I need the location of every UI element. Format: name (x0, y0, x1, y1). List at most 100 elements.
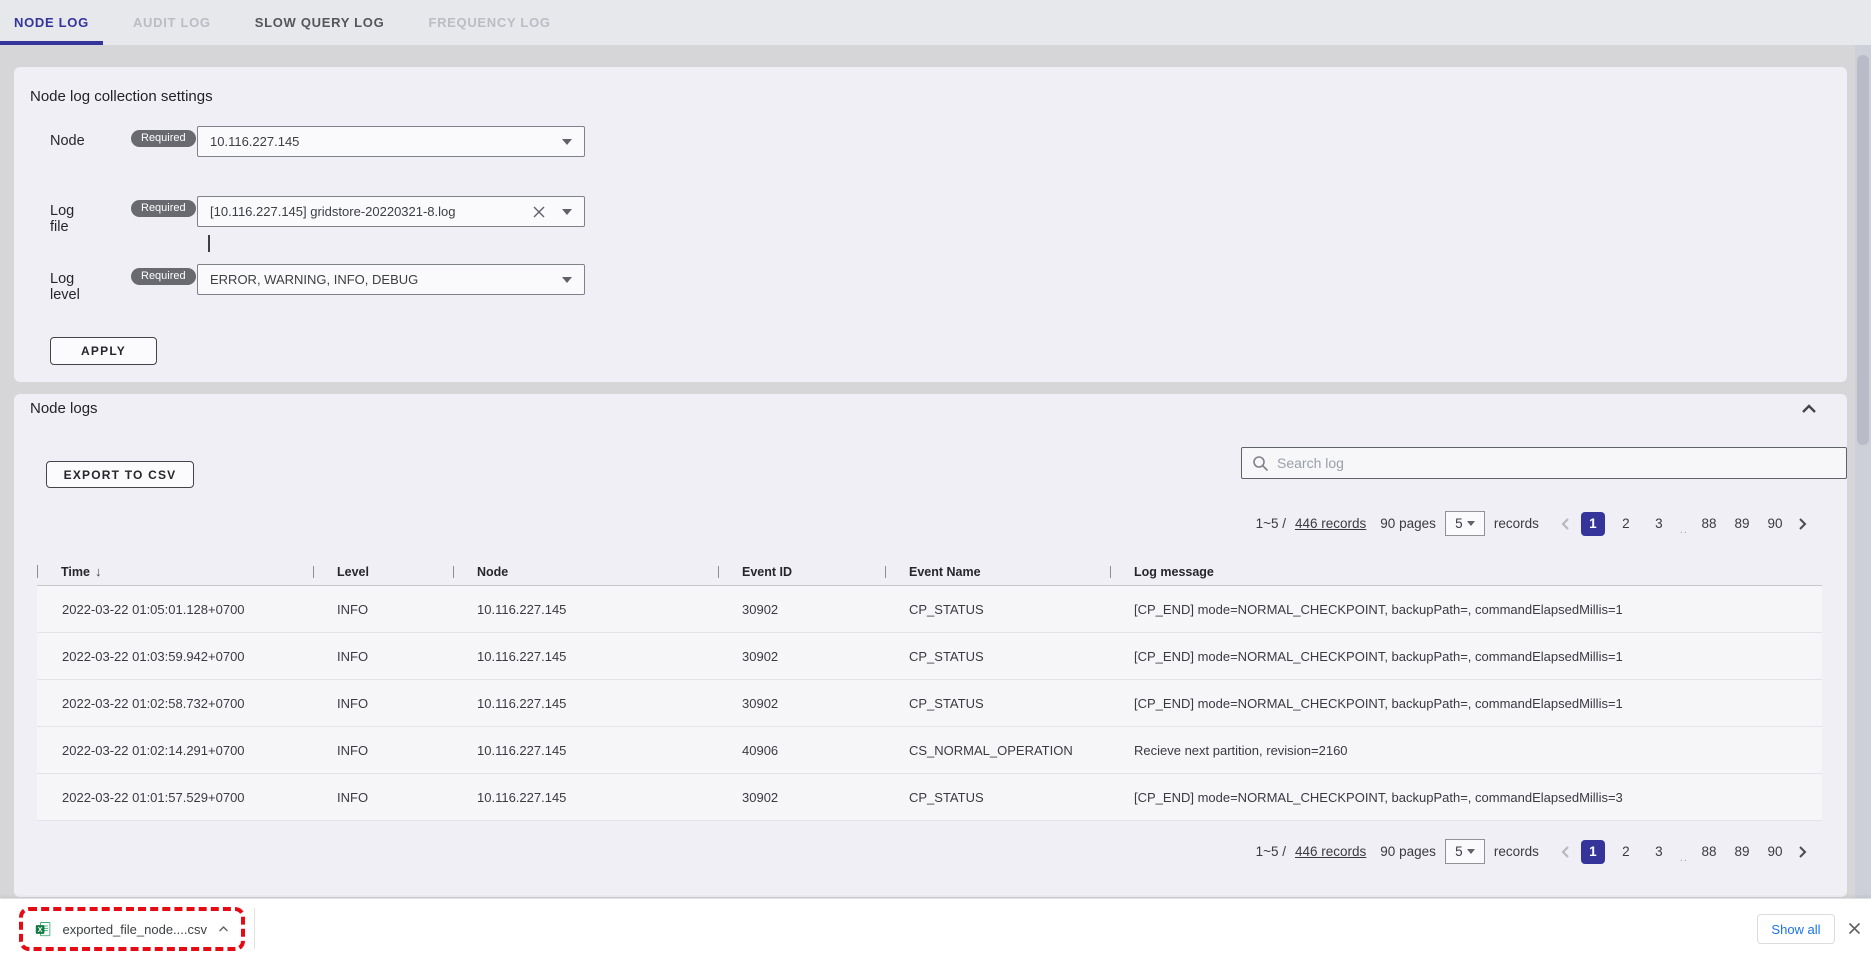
cell-event-id: 30902 (718, 790, 885, 805)
cell-node: 10.116.227.145 (453, 696, 718, 711)
node-label: Node (50, 133, 85, 149)
column-header-log-message[interactable]: Log message (1110, 565, 1822, 579)
record-range: 1~5 / (1256, 516, 1286, 531)
pagination-top: 1~5 / 446 records 90 pages 5 records 1 2… (1256, 511, 1810, 536)
prev-page-icon[interactable] (1558, 517, 1572, 531)
apply-button[interactable]: APPLY (50, 337, 157, 365)
cell-level: INFO (313, 602, 453, 617)
show-all-button[interactable]: Show all (1757, 914, 1835, 944)
node-select-value: 10.116.227.145 (210, 134, 552, 149)
logfile-select-value: [10.116.227.145] gridstore-20220321-8.lo… (210, 204, 524, 219)
pages-count: 90 pages (1380, 516, 1436, 531)
cell-time: 2022-03-22 01:05:01.128+0700 (37, 602, 313, 617)
page-button-89[interactable]: 89 (1730, 512, 1754, 536)
page-button-88[interactable]: 88 (1697, 840, 1721, 864)
search-icon (1252, 455, 1269, 472)
page-button-2[interactable]: 2 (1614, 840, 1638, 864)
pagination-ellipsis: .. (1680, 852, 1688, 864)
cell-time: 2022-03-22 01:01:57.529+0700 (37, 790, 313, 805)
cell-node: 10.116.227.145 (453, 602, 718, 617)
cell-level: INFO (313, 743, 453, 758)
page-button-3[interactable]: 3 (1647, 840, 1671, 864)
records-count-link[interactable]: 446 records (1295, 844, 1366, 859)
column-header-level[interactable]: Level (313, 565, 453, 579)
page-size-value: 5 (1455, 516, 1463, 531)
node-logs-panel: Node logs EXPORT TO CSV 1~5 / 446 record… (14, 394, 1847, 897)
cell-time: 2022-03-22 01:02:14.291+0700 (37, 743, 313, 758)
prev-page-icon[interactable] (1558, 845, 1572, 859)
loglevel-select-value: ERROR, WARNING, INFO, DEBUG (210, 272, 552, 287)
clear-icon[interactable] (532, 205, 546, 219)
loglevel-label: Log level (50, 271, 80, 303)
page-button-89[interactable]: 89 (1730, 840, 1754, 864)
tab-audit-log[interactable]: AUDIT LOG (119, 0, 225, 45)
page-button-1[interactable]: 1 (1581, 840, 1605, 864)
column-header-node[interactable]: Node (453, 565, 718, 579)
logfile-select[interactable]: [10.116.227.145] gridstore-20220321-8.lo… (197, 196, 585, 227)
page-button-3[interactable]: 3 (1647, 512, 1671, 536)
chevron-down-icon (562, 277, 572, 283)
cell-event-name: CP_STATUS (885, 602, 1110, 617)
table-row: 2022-03-22 01:05:01.128+0700 INFO 10.116… (37, 586, 1822, 633)
download-filename: exported_file_node....csv (62, 922, 207, 937)
next-page-icon[interactable] (1796, 517, 1810, 531)
cell-log-message: [CP_END] mode=NORMAL_CHECKPOINT, backupP… (1110, 649, 1822, 664)
node-select[interactable]: 10.116.227.145 (197, 126, 585, 157)
logfile-label: Log file (50, 203, 74, 235)
close-download-bar-icon[interactable] (1847, 921, 1862, 936)
record-range: 1~5 / (1256, 844, 1286, 859)
pages-count: 90 pages (1380, 844, 1436, 859)
pagination-ellipsis: .. (1680, 524, 1688, 536)
download-item[interactable]: X exported_file_node....csv (19, 907, 245, 951)
cell-log-message: [CP_END] mode=NORMAL_CHECKPOINT, backupP… (1110, 790, 1822, 805)
cell-node: 10.116.227.145 (453, 743, 718, 758)
pagination-bottom: 1~5 / 446 records 90 pages 5 records 1 2… (1256, 839, 1810, 864)
cell-time: 2022-03-22 01:03:59.942+0700 (37, 649, 313, 664)
settings-title: Node log collection settings (30, 88, 213, 105)
cell-level: INFO (313, 790, 453, 805)
search-box (1241, 447, 1847, 479)
records-count-link[interactable]: 446 records (1295, 516, 1366, 531)
tab-frequency-log[interactable]: FREQUENCY LOG (414, 0, 564, 45)
cell-event-id: 30902 (718, 696, 885, 711)
next-page-icon[interactable] (1796, 845, 1810, 859)
cell-event-id: 30902 (718, 602, 885, 617)
page-button-90[interactable]: 90 (1763, 840, 1787, 864)
tab-slow-query-log[interactable]: SLOW QUERY LOG (241, 0, 399, 45)
column-header-time[interactable]: Time ↓ (37, 564, 313, 579)
column-header-event-name[interactable]: Event Name (885, 565, 1110, 579)
page-size-select[interactable]: 5 (1445, 511, 1485, 536)
cell-time: 2022-03-22 01:02:58.732+0700 (37, 696, 313, 711)
search-input[interactable] (1277, 455, 1836, 471)
page-size-value: 5 (1455, 844, 1463, 859)
collapse-chevron-up-icon[interactable] (1800, 402, 1818, 416)
chevron-down-icon (1467, 849, 1475, 854)
svg-text:X: X (38, 926, 43, 933)
cell-node: 10.116.227.145 (453, 790, 718, 805)
download-menu-chevron-up-icon[interactable] (218, 924, 229, 934)
excel-file-icon: X (35, 919, 51, 940)
scrollbar-track[interactable] (1855, 45, 1871, 957)
table-header-row: Time ↓ Level Node Event ID Event Name Lo… (37, 558, 1822, 586)
page-button-88[interactable]: 88 (1697, 512, 1721, 536)
page-size-select[interactable]: 5 (1445, 839, 1485, 864)
download-item-divider (254, 908, 255, 949)
sort-desc-icon: ↓ (95, 564, 102, 579)
column-header-event-id[interactable]: Event ID (718, 565, 885, 579)
required-badge: Required (131, 268, 196, 285)
records-label: records (1494, 844, 1539, 859)
log-table: Time ↓ Level Node Event ID Event Name Lo… (37, 558, 1822, 821)
export-to-csv-button[interactable]: EXPORT TO CSV (46, 461, 194, 488)
screen: NODE LOG AUDIT LOG SLOW QUERY LOG FREQUE… (0, 0, 1871, 957)
download-bar: X exported_file_node....csv Show all (0, 898, 1871, 957)
scrollbar-thumb[interactable] (1857, 55, 1869, 445)
page-button-1[interactable]: 1 (1581, 512, 1605, 536)
cell-level: INFO (313, 649, 453, 664)
loglevel-select[interactable]: ERROR, WARNING, INFO, DEBUG (197, 264, 585, 295)
page-button-2[interactable]: 2 (1614, 512, 1638, 536)
column-header-time-label: Time (61, 565, 90, 579)
page-button-90[interactable]: 90 (1763, 512, 1787, 536)
cell-event-name: CP_STATUS (885, 696, 1110, 711)
chevron-down-icon (562, 139, 572, 145)
tab-node-log[interactable]: NODE LOG (0, 0, 103, 45)
